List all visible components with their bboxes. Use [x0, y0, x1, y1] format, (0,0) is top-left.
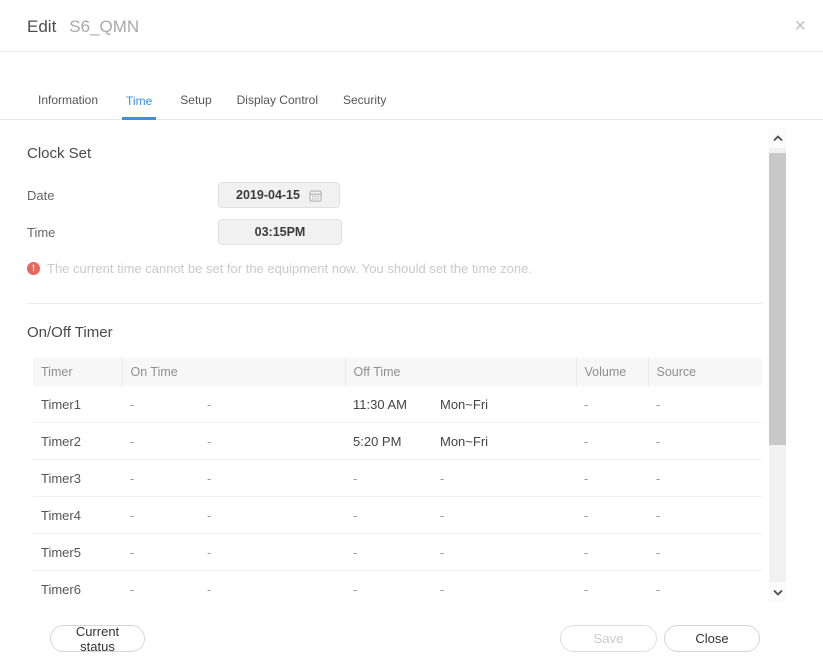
save-button[interactable]: Save: [560, 625, 657, 652]
source: -: [648, 460, 762, 497]
col-volume: Volume: [576, 358, 648, 386]
dialog-body: Clock Set Date 2019-04-15 Time 03:15PM !…: [0, 128, 786, 602]
table-row[interactable]: Timer5 - - - - - -: [33, 534, 762, 571]
table-row[interactable]: Timer3 - - - - - -: [33, 460, 762, 497]
off-time: -: [345, 534, 432, 571]
time-field[interactable]: 03:15PM: [218, 219, 342, 245]
tab-display-control[interactable]: Display Control: [236, 93, 319, 119]
timer-name: Timer4: [33, 497, 122, 534]
volume: -: [576, 460, 648, 497]
source: -: [648, 423, 762, 460]
col-off-time: Off Time: [345, 358, 576, 386]
on-time: -: [122, 534, 199, 571]
off-days: -: [432, 534, 576, 571]
timer-name: Timer5: [33, 534, 122, 571]
chevron-down-icon: [773, 589, 783, 596]
off-days: -: [432, 497, 576, 534]
volume: -: [576, 386, 648, 423]
source: -: [648, 571, 762, 603]
timer-section-heading: On/Off Timer: [27, 324, 113, 341]
tab-information[interactable]: Information: [37, 93, 99, 119]
dialog-title-edit: Edit: [27, 17, 56, 36]
off-time: 5:20 PM: [345, 423, 432, 460]
table-row[interactable]: Timer6 - - - - - -: [33, 571, 762, 603]
date-value: 2019-04-15: [236, 188, 300, 202]
off-time: -: [345, 571, 432, 603]
table-header-row: Timer On Time Off Time Volume Source: [33, 358, 762, 386]
volume: -: [576, 534, 648, 571]
current-status-button[interactable]: Current status: [50, 625, 145, 652]
close-icon[interactable]: ×: [792, 14, 808, 38]
volume: -: [576, 423, 648, 460]
off-days: -: [432, 460, 576, 497]
device-name: S6_QMN: [69, 17, 139, 36]
off-time: -: [345, 497, 432, 534]
on-time: -: [122, 460, 199, 497]
on-days: -: [199, 571, 345, 603]
on-days: -: [199, 386, 345, 423]
tab-time[interactable]: Time: [122, 94, 156, 120]
volume: -: [576, 497, 648, 534]
volume: -: [576, 571, 648, 603]
col-source: Source: [648, 358, 762, 386]
close-button[interactable]: Close: [664, 625, 760, 652]
calendar-icon: [309, 189, 322, 202]
source: -: [648, 497, 762, 534]
timer-name: Timer3: [33, 460, 122, 497]
source: -: [648, 534, 762, 571]
dialog-title: Edit S6_QMN: [27, 17, 139, 37]
on-time: -: [122, 386, 199, 423]
dialog-header: Edit S6_QMN ×: [0, 0, 823, 52]
time-label: Time: [27, 225, 55, 240]
timer-name: Timer2: [33, 423, 122, 460]
scroll-up-button[interactable]: [769, 128, 786, 148]
timer-name: Timer6: [33, 571, 122, 603]
on-days: -: [199, 534, 345, 571]
on-time: -: [122, 497, 199, 534]
clock-set-heading: Clock Set: [27, 145, 91, 162]
warning-text: The current time cannot be set for the e…: [47, 261, 532, 276]
scroll-down-button[interactable]: [769, 582, 786, 602]
chevron-up-icon: [773, 135, 783, 142]
warning-icon: !: [27, 262, 40, 275]
on-time: -: [122, 423, 199, 460]
off-days: Mon~Fri: [432, 423, 576, 460]
off-days: Mon~Fri: [432, 386, 576, 423]
col-on-time: On Time: [122, 358, 345, 386]
source: -: [648, 386, 762, 423]
vertical-scrollbar[interactable]: [769, 128, 786, 602]
table-row[interactable]: Timer2 - - 5:20 PM Mon~Fri - -: [33, 423, 762, 460]
section-divider: [27, 303, 762, 304]
col-timer: Timer: [33, 358, 122, 386]
table-row[interactable]: Timer4 - - - - - -: [33, 497, 762, 534]
tab-bar: Information Time Setup Display Control S…: [0, 88, 823, 120]
timezone-warning: ! The current time cannot be set for the…: [27, 261, 532, 276]
table-row[interactable]: Timer1 - - 11:30 AM Mon~Fri - -: [33, 386, 762, 423]
on-time: -: [122, 571, 199, 603]
off-time: -: [345, 460, 432, 497]
off-time: 11:30 AM: [345, 386, 432, 423]
scrollbar-thumb[interactable]: [769, 153, 786, 445]
time-value: 03:15PM: [255, 225, 306, 239]
date-label: Date: [27, 188, 54, 203]
on-days: -: [199, 423, 345, 460]
timer-table: Timer On Time Off Time Volume Source Tim…: [33, 358, 762, 602]
tab-setup[interactable]: Setup: [179, 93, 212, 119]
on-days: -: [199, 460, 345, 497]
off-days: -: [432, 571, 576, 603]
timer-name: Timer1: [33, 386, 122, 423]
date-field[interactable]: 2019-04-15: [218, 182, 340, 208]
on-days: -: [199, 497, 345, 534]
tab-security[interactable]: Security: [342, 93, 387, 119]
